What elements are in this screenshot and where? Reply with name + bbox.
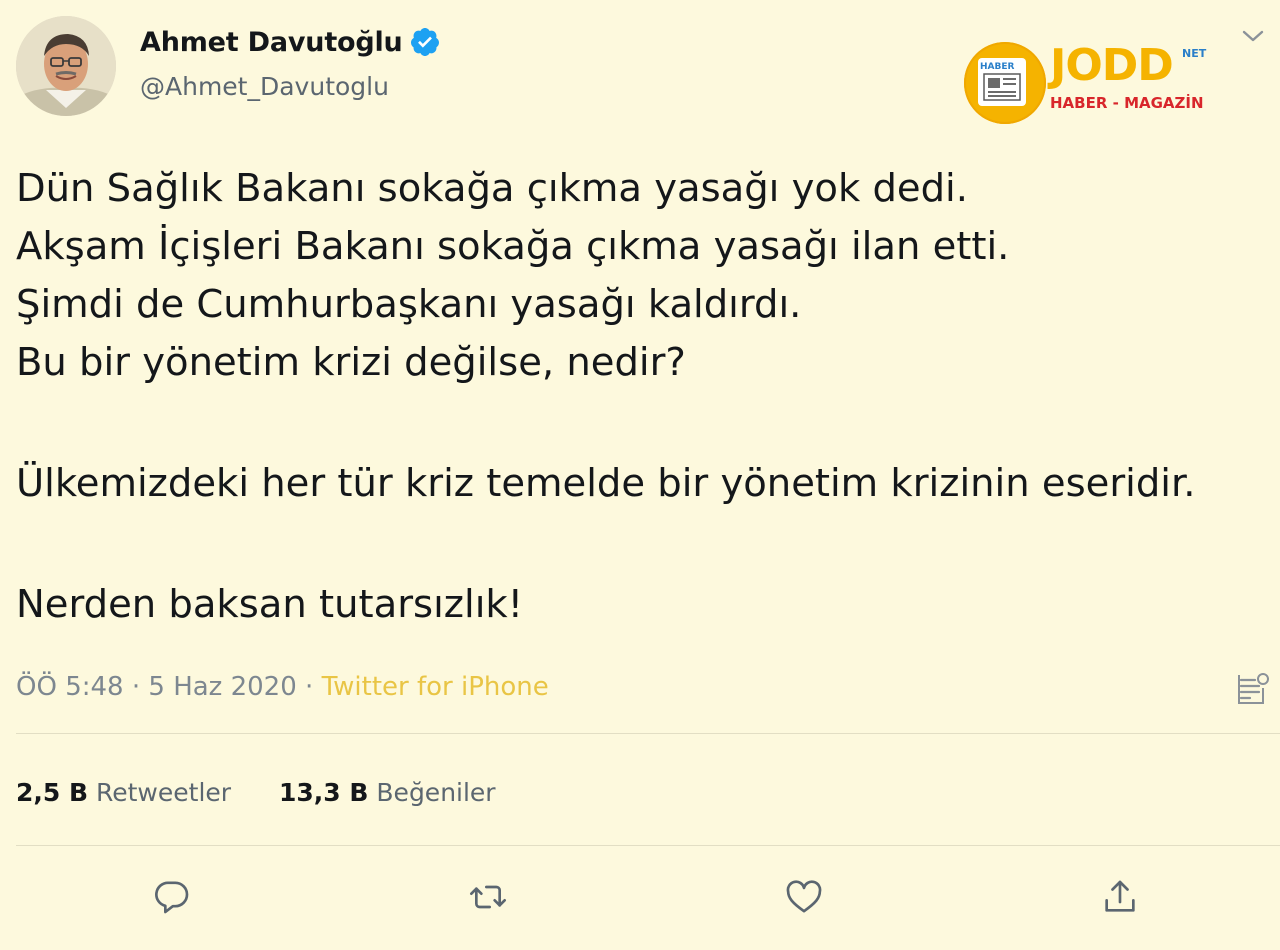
- tweet-text: Dün Sağlık Bakanı sokağa çıkma yasağı yo…: [16, 160, 1266, 634]
- tweet-line: Dün Sağlık Bakanı sokağa çıkma yasağı yo…: [16, 166, 968, 211]
- watermark-tagline: HABER - MAGAZİN: [1050, 94, 1204, 112]
- tweet-line: Bu bir yönetim krizi değilse, nedir?: [16, 340, 686, 385]
- tweet-stats: 2,5 B Retweetler 13,3 B Beğeniler: [16, 778, 496, 807]
- analytics-icon[interactable]: [1236, 670, 1270, 706]
- meta-separator: ·: [305, 672, 314, 702]
- tweet-card: Ahmet Davutoğlu @Ahmet_Davutoglu HABER J…: [0, 0, 1280, 950]
- likes-stat[interactable]: 13,3 B Beğeniler: [279, 778, 496, 807]
- reply-icon[interactable]: [152, 877, 192, 917]
- share-icon[interactable]: [1100, 877, 1140, 917]
- heart-icon[interactable]: [784, 877, 824, 917]
- tweet-date[interactable]: 5 Haz 2020: [148, 672, 296, 702]
- divider: [16, 733, 1280, 734]
- avatar-portrait: [16, 16, 116, 116]
- tweet-time[interactable]: ÖÖ 5:48: [16, 672, 124, 702]
- retweets-count: 2,5 B: [16, 778, 89, 807]
- meta-separator: ·: [131, 672, 141, 702]
- retweet-icon[interactable]: [468, 877, 508, 917]
- verified-badge-icon: [409, 26, 441, 58]
- tweet-line: Ülkemizdeki her tür kriz temelde bir yön…: [16, 461, 1196, 506]
- tweet-meta: ÖÖ 5:48 · 5 Haz 2020 · Twitter for iPhon…: [16, 672, 549, 702]
- tweet-line: Nerden baksan tutarsızlık!: [16, 582, 524, 627]
- divider: [16, 845, 1280, 846]
- retweets-label: Retweetler: [96, 778, 232, 807]
- likes-count: 13,3 B: [279, 778, 369, 807]
- author-handle[interactable]: @Ahmet_Davutoglu: [140, 72, 389, 101]
- chevron-down-icon[interactable]: [1240, 26, 1266, 46]
- tweet-line: Şimdi de Cumhurbaşkanı yasağı kaldırdı.: [16, 282, 802, 327]
- author-name-row[interactable]: Ahmet Davutoğlu: [140, 26, 441, 58]
- watermark-badge-text: HABER: [980, 62, 1015, 72]
- author-display-name[interactable]: Ahmet Davutoğlu: [140, 27, 403, 58]
- retweets-stat[interactable]: 2,5 B Retweetler: [16, 778, 231, 807]
- watermark-brand: JODD: [1050, 40, 1174, 91]
- avatar[interactable]: [16, 16, 116, 116]
- watermark-suffix: NET: [1182, 47, 1207, 60]
- tweet-source-link[interactable]: Twitter for iPhone: [322, 672, 549, 702]
- likes-label: Beğeniler: [376, 778, 496, 807]
- watermark-logo: HABER JODD NET HABER - MAGAZİN: [962, 40, 1222, 124]
- tweet-line: Akşam İçişleri Bakanı sokağa çıkma yasağ…: [16, 224, 1010, 269]
